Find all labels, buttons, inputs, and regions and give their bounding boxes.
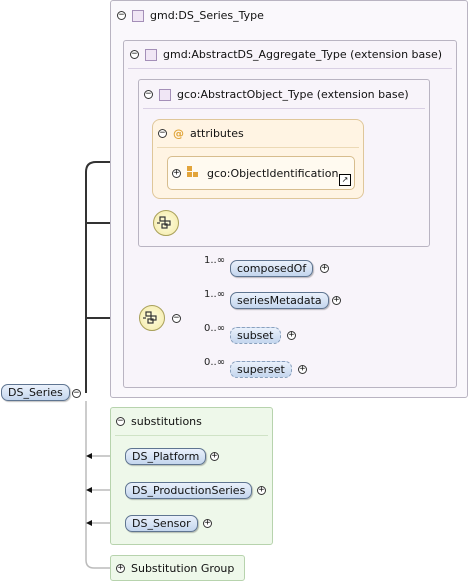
substitution-ds-sensor[interactable]: DS_Sensor (125, 515, 198, 532)
expand-icon[interactable]: + (210, 452, 219, 461)
cardinality-label: 0..∞ (204, 357, 226, 368)
element-label: subset (237, 329, 274, 342)
element-superset[interactable]: superset (230, 361, 292, 378)
substitution-ds-productionseries[interactable]: DS_ProductionSeries (125, 482, 253, 499)
root-element-ds-series[interactable]: DS_Series (1, 384, 70, 401)
substitution-ds-platform[interactable]: DS_Platform (125, 448, 207, 465)
collapse-icon[interactable]: − (130, 50, 139, 59)
external-link-icon[interactable]: ↗ (339, 174, 351, 186)
substitutions-header: − substitutions (116, 415, 202, 428)
object-type-label: gco:AbstractObject_Type (extension base) (177, 88, 409, 101)
complex-type-icon (132, 9, 144, 22)
series-type-label: gmd:DS_Series_Type (150, 9, 264, 22)
substitution-group-header: + Substitution Group (116, 562, 234, 575)
header-separator (157, 147, 359, 148)
collapse-icon[interactable]: − (172, 314, 181, 323)
aggregate-type-label: gmd:AbstractDS_Aggregate_Type (extension… (163, 48, 443, 61)
complex-type-icon (145, 48, 157, 61)
collapse-icon[interactable]: − (72, 389, 81, 398)
arrow-head-icon (86, 487, 92, 493)
element-label: DS_Platform (132, 450, 200, 463)
aggregate-type-header: − gmd:AbstractDS_Aggregate_Type (extensi… (130, 48, 442, 61)
header-separator (128, 68, 452, 69)
header-separator (143, 108, 425, 109)
object-type-header: − gco:AbstractObject_Type (extension bas… (144, 88, 409, 101)
series-type-header: − gmd:DS_Series_Type (117, 9, 264, 22)
cardinality-label: 1..∞ (204, 289, 226, 300)
element-label: superset (237, 363, 285, 376)
element-composedOf[interactable]: composedOf (230, 260, 314, 277)
expand-icon[interactable]: + (172, 168, 181, 178)
element-label: composedOf (237, 262, 307, 275)
element-label: DS_Sensor (132, 517, 191, 530)
element-label: DS_Series (8, 386, 63, 399)
attribute-group-icon (187, 166, 201, 180)
arrow-head-icon (86, 520, 92, 526)
substitutions-label: substitutions (131, 415, 202, 428)
attributes-box: − @ attributes + gco:ObjectIdentificatio… (152, 119, 364, 199)
element-seriesMetadata[interactable]: seriesMetadata (230, 292, 329, 309)
element-label: DS_ProductionSeries (132, 484, 246, 497)
expand-icon[interactable]: + (116, 564, 125, 573)
element-label: seriesMetadata (237, 294, 322, 307)
expand-icon[interactable]: + (320, 264, 329, 273)
cardinality-label: 0..∞ (204, 323, 226, 334)
collapse-icon[interactable]: − (158, 129, 167, 138)
attribute-group-row: + gco:ObjectIdentification (172, 166, 338, 180)
element-subset[interactable]: subset (230, 327, 281, 344)
substitution-group-label: Substitution Group (131, 562, 235, 575)
attribute-group-label: gco:ObjectIdentification (207, 166, 339, 180)
sequence-compositor-icon[interactable] (153, 210, 179, 236)
collapse-icon[interactable]: − (117, 11, 126, 20)
substitution-group-box[interactable]: + Substitution Group (110, 555, 245, 581)
attributes-header: − @ attributes (158, 127, 244, 140)
attribute-group-box[interactable]: + gco:ObjectIdentification ↗ (167, 156, 355, 190)
attribute-at-icon: @ (173, 127, 184, 140)
expand-icon[interactable]: + (298, 365, 307, 374)
expand-icon[interactable]: + (203, 519, 212, 528)
expand-icon[interactable]: + (257, 486, 266, 495)
sequence-compositor-icon[interactable] (139, 305, 165, 331)
expand-icon[interactable]: + (332, 296, 341, 305)
cardinality-label: 1..∞ (204, 255, 226, 266)
complex-type-icon (159, 88, 171, 101)
attributes-label: attributes (190, 127, 244, 140)
header-separator (115, 435, 268, 436)
expand-icon[interactable]: + (287, 331, 296, 340)
arrow-head-icon (86, 453, 92, 459)
collapse-icon[interactable]: − (116, 417, 125, 426)
collapse-icon[interactable]: − (144, 90, 153, 99)
